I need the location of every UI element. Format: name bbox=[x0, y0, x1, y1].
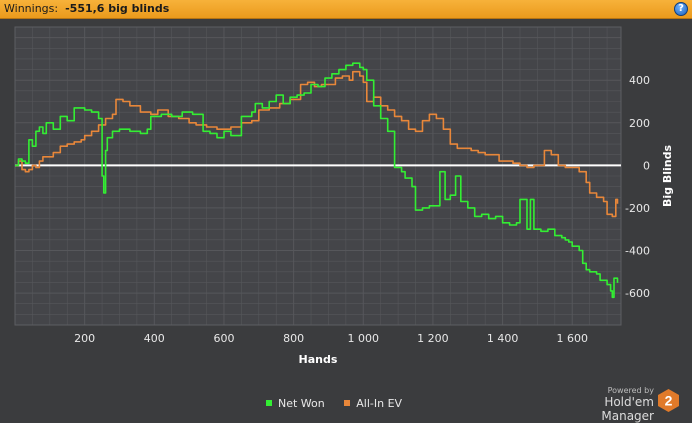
winnings-chart: 200 400 600 800 1 000 1 200 1 400 1 600 400 200 0… bbox=[14, 26, 674, 366]
x-tick-label: 1 200 bbox=[417, 332, 449, 345]
powered-by-text: Powered by bbox=[607, 386, 654, 395]
hem2-logo-icon: 2 bbox=[658, 389, 679, 412]
x-tick-label: 1 600 bbox=[556, 332, 588, 345]
y-tick-label: 200 bbox=[629, 117, 650, 130]
logo-number: 2 bbox=[665, 393, 673, 409]
y-tick-label: -400 bbox=[625, 245, 650, 258]
legend-swatch-all-in-ev bbox=[344, 400, 351, 406]
x-tick-label: 800 bbox=[283, 332, 304, 345]
product-name: Hold'em Manager bbox=[601, 395, 654, 423]
legend-label-all-in-ev: All-In EV bbox=[356, 397, 403, 410]
x-tick-label: 200 bbox=[74, 332, 95, 345]
legend-label-net-won: Net Won bbox=[278, 397, 325, 410]
x-tick-labels: 200 400 600 800 1 000 1 200 1 400 1 600 bbox=[74, 332, 588, 345]
y-tick-label: 400 bbox=[629, 74, 650, 87]
x-tick-label: 400 bbox=[144, 332, 165, 345]
x-tick-label: 1 000 bbox=[348, 332, 380, 345]
y-tick-labels: 400 200 0 -200 -400 -600 bbox=[625, 74, 650, 300]
y-axis-title: Big Blinds bbox=[661, 145, 674, 207]
legend-swatch-net-won bbox=[266, 400, 272, 406]
legend: Net Won All-In EV bbox=[266, 397, 418, 411]
y-tick-label: -600 bbox=[625, 287, 650, 300]
y-tick-label: 0 bbox=[643, 159, 650, 172]
legend-item-net-won[interactable]: Net Won bbox=[266, 397, 325, 410]
x-axis-title: Hands bbox=[299, 353, 338, 366]
y-tick-label: -200 bbox=[625, 202, 650, 215]
x-tick-label: 1 400 bbox=[487, 332, 519, 345]
legend-item-all-in-ev[interactable]: All-In EV bbox=[344, 397, 402, 410]
x-tick-label: 600 bbox=[213, 332, 234, 345]
